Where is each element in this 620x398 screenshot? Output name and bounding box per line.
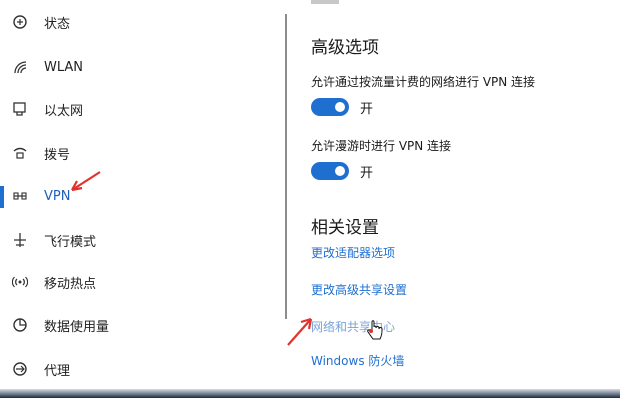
scroll-stub xyxy=(311,0,339,4)
toggle-knob xyxy=(335,166,345,176)
roaming-vpn-state: 开 xyxy=(360,166,374,181)
proxy-icon xyxy=(13,362,27,376)
sidebar-item-label: 以太网 xyxy=(44,103,84,119)
windows-firewall-link[interactable]: Windows 防火墙 xyxy=(311,352,404,369)
annotation-arrow-icon xyxy=(71,171,101,192)
hand-cursor-icon xyxy=(367,320,383,340)
metered-vpn-toggle[interactable] xyxy=(311,98,349,116)
metered-vpn-label: 允许通过按流量计费的网络进行 VPN 连接 xyxy=(311,75,536,89)
sidebar-item-label: 状态 xyxy=(44,16,71,32)
sidebar-item-label: 飞行模式 xyxy=(44,234,97,250)
change-adapter-options-link[interactable]: 更改适配器选项 xyxy=(311,244,395,261)
advanced-options-heading: 高级选项 xyxy=(311,38,379,58)
roaming-vpn-toggle[interactable] xyxy=(311,162,349,180)
sidebar-item-status[interactable]: 状态 xyxy=(0,4,250,40)
taskbar-edge xyxy=(0,389,620,398)
settings-window: 状态 WLAN 以太网 拨号 VPN 飞行模式 移动热点 数据使用量 代理 高级… xyxy=(0,0,620,398)
sidebar: 状态 WLAN 以太网 拨号 VPN 飞行模式 移动热点 数据使用量 代理 xyxy=(0,0,250,398)
change-sharing-settings-link[interactable]: 更改高级共享设置 xyxy=(311,281,407,298)
sidebar-item-data-usage[interactable]: 数据使用量 xyxy=(0,307,250,343)
sidebar-item-airplane[interactable]: 飞行模式 xyxy=(0,222,250,258)
related-settings-heading: 相关设置 xyxy=(311,218,379,238)
active-indicator xyxy=(0,186,4,208)
status-icon xyxy=(13,15,27,29)
wifi-icon xyxy=(14,61,27,74)
sidebar-item-label: VPN xyxy=(44,188,71,204)
sidebar-item-label: 数据使用量 xyxy=(44,319,110,335)
sidebar-item-proxy[interactable]: 代理 xyxy=(0,351,250,387)
sidebar-item-label: 移动热点 xyxy=(44,276,97,292)
ethernet-icon xyxy=(13,102,26,116)
annotation-arrow-icon xyxy=(287,317,313,346)
sidebar-item-dialup[interactable]: 拨号 xyxy=(0,135,250,171)
dial-up-icon xyxy=(13,147,27,159)
metered-vpn-state: 开 xyxy=(360,102,374,117)
airplane-icon xyxy=(14,233,26,247)
roaming-vpn-label: 允许漫游时进行 VPN 连接 xyxy=(311,139,452,153)
toggle-knob xyxy=(335,102,345,112)
sidebar-item-label: WLAN xyxy=(44,59,84,75)
sidebar-item-ethernet[interactable]: 以太网 xyxy=(0,91,250,127)
sidebar-item-label: 代理 xyxy=(44,363,71,379)
vpn-icon xyxy=(13,192,27,200)
hotspot-icon xyxy=(12,276,28,288)
sidebar-item-wlan[interactable]: WLAN xyxy=(0,49,250,85)
sidebar-item-label: 拨号 xyxy=(44,147,71,163)
pane-divider xyxy=(285,14,287,319)
data-usage-icon xyxy=(13,318,27,332)
sidebar-item-hotspot[interactable]: 移动热点 xyxy=(0,264,250,300)
sidebar-item-vpn[interactable]: VPN xyxy=(0,178,250,214)
